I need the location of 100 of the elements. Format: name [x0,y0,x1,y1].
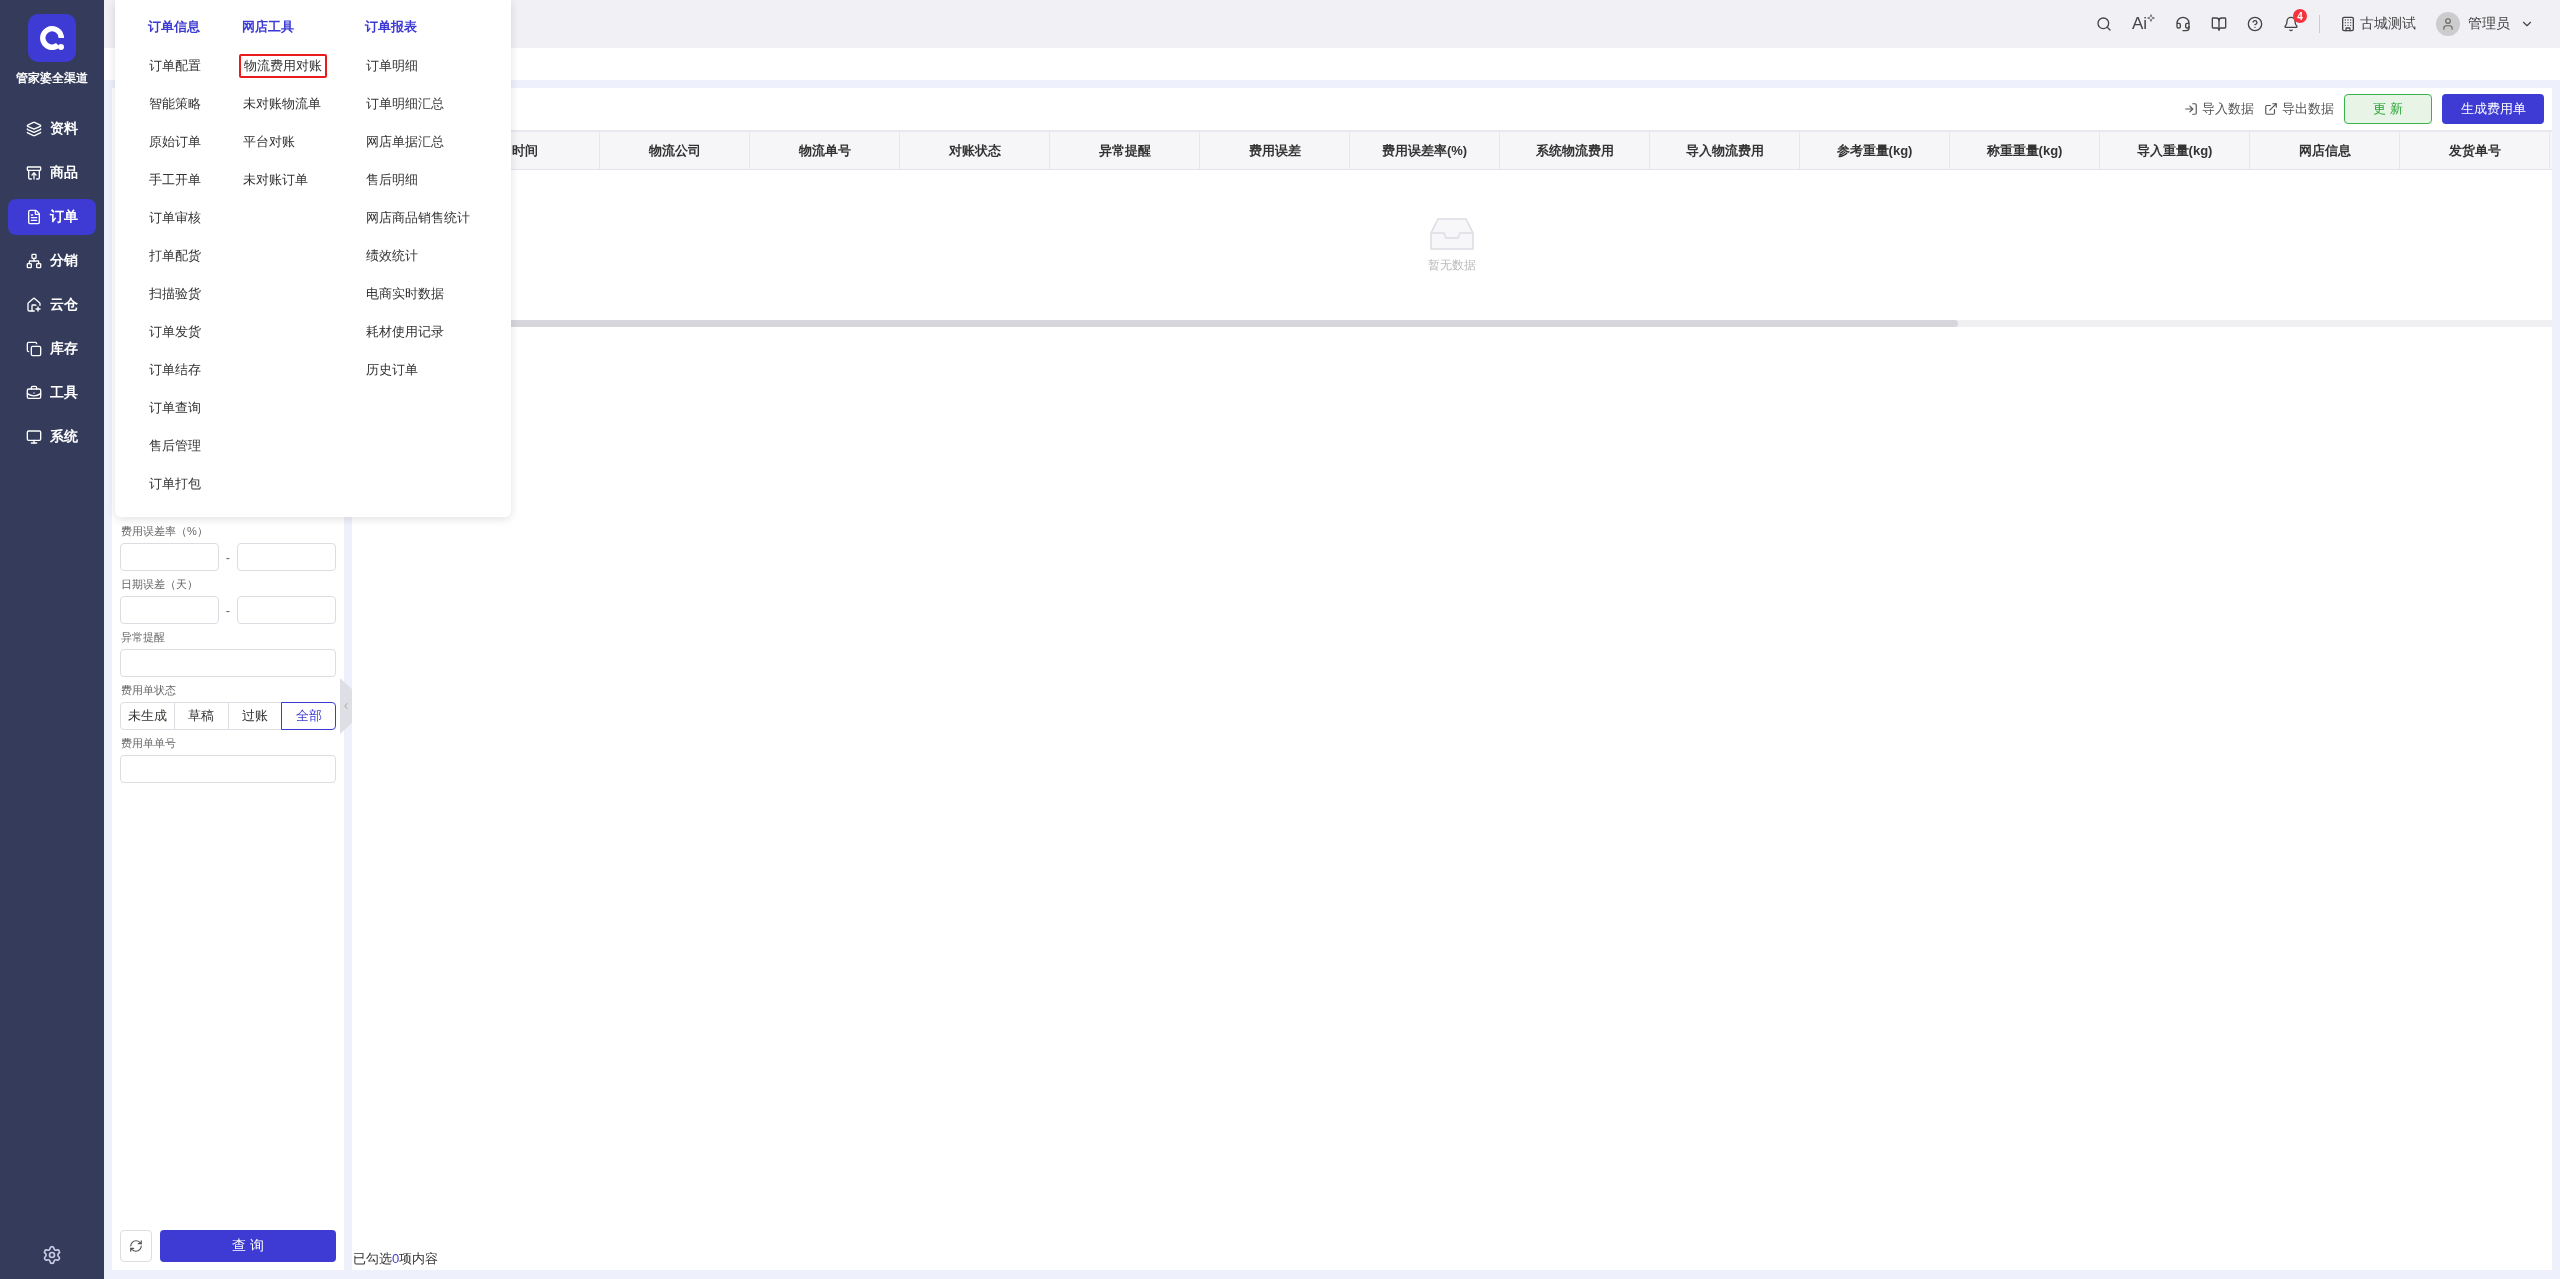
monitor-icon [26,429,42,445]
menu-item[interactable]: 订单明细 [362,54,423,78]
refresh-icon [129,1239,143,1253]
menu-item[interactable]: 未对账物流单 [239,92,326,116]
network-icon [26,253,42,269]
menu-heading: 订单报表 [364,18,419,36]
column-header: 费用误差率(%) [1350,132,1500,169]
briefcase-icon [26,385,42,401]
menu-item[interactable]: 打单配货 [145,244,205,268]
column-header: 异常提醒 [1050,132,1200,169]
store-selector[interactable]: 古城测试 [2340,15,2416,33]
menu-heading: 订单信息 [147,18,201,36]
search-icon[interactable] [2095,16,2112,32]
export-icon [2264,102,2278,116]
app-logo [28,14,76,62]
building-icon [2340,16,2356,32]
user-menu[interactable]: 管理员 [2468,15,2534,33]
import-link[interactable]: 导入数据 [2184,100,2254,118]
column-header: 物流公司 [600,132,750,169]
input-field[interactable] [237,543,336,571]
menu-item[interactable]: 物流费用对账 [239,54,328,78]
column-header: 费用误差 [1200,132,1350,169]
nav-item[interactable]: 商品 [8,155,96,191]
document-icon [26,209,42,225]
menu-item[interactable]: 未对账订单 [239,168,313,192]
field-label: 费用误差率（%） [121,524,209,539]
sparkle-icon [2147,14,2155,22]
menu-item[interactable]: 耗材使用记录 [362,320,449,344]
column-header: 导入重量(kg) [2100,132,2250,169]
menu-item[interactable]: 电商实时数据 [362,282,449,306]
menu-item[interactable]: 订单审核 [145,206,205,230]
import-icon [2184,102,2198,116]
generate-button[interactable]: 生成费用单 [2442,94,2544,124]
nav-item[interactable]: 资料 [8,111,96,147]
input-field[interactable] [237,596,336,624]
copy-icon [26,341,42,357]
field-label: 费用单状态 [121,683,177,698]
range-separator: - [224,602,232,618]
menu-item[interactable]: 订单查询 [145,396,205,420]
nav-item[interactable]: 工具 [8,375,96,411]
menu-item[interactable]: 订单打包 [145,472,205,496]
ai-button[interactable]: Ai [2131,14,2155,34]
reset-button[interactable] [120,1230,152,1262]
export-link[interactable]: 导出数据 [2264,100,2334,118]
book-icon[interactable] [2211,16,2227,32]
nav-item[interactable]: 库存 [8,331,96,367]
column-header: 参考重量(kg) [1800,132,1950,169]
avatar-icon[interactable] [2436,12,2460,36]
status-option[interactable]: 草稿 [173,702,229,730]
column-header: 网店信息 [2250,132,2400,169]
app-name: 管家婆全渠道 [16,70,88,87]
bell-icon[interactable] [2283,16,2299,32]
house-icon [26,297,42,313]
menu-heading: 网店工具 [241,18,296,36]
status-option[interactable]: 全部 [281,702,336,730]
query-button[interactable]: 查 询 [160,1230,336,1262]
empty-inbox-icon [1430,216,1474,251]
menu-item[interactable]: 智能策略 [145,92,205,116]
field-label: 异常提醒 [121,630,166,645]
input-field[interactable] [120,596,219,624]
help-icon[interactable] [2247,16,2263,32]
menu-item[interactable]: 售后管理 [145,434,205,458]
menu-item[interactable]: 订单结存 [145,358,205,382]
column-header: 系统物流费用 [1500,132,1650,169]
field-label: 日期误差（天） [121,577,199,592]
menu-item[interactable]: 订单配置 [145,54,205,78]
range-separator: - [224,549,232,565]
nav-item[interactable]: 分销 [8,243,96,279]
status-option[interactable]: 过账 [227,702,283,730]
column-header: 发货单号 [2400,132,2550,169]
menu-item[interactable]: 售后明细 [362,168,423,192]
menu-item[interactable]: 平台对账 [239,130,300,154]
empty-message: 暂无数据 [1428,256,1476,274]
column-header: 导入物流费用 [1650,132,1800,169]
status-option[interactable]: 未生成 [120,702,175,730]
menu-item[interactable]: 网店单据汇总 [362,130,449,154]
column-header: 称重重量(kg) [1950,132,2100,169]
selection-count: 已勾选0项内容 [352,1250,440,1268]
menu-item[interactable]: 订单发货 [145,320,205,344]
menu-item[interactable]: 网店商品销售统计 [362,206,475,230]
layers-icon [26,121,42,137]
field-label: 费用单单号 [121,736,177,751]
menu-item[interactable]: 历史订单 [362,358,423,382]
nav-item[interactable]: 订单 [8,199,96,235]
input-field[interactable] [120,543,219,571]
menu-item[interactable]: 订单明细汇总 [362,92,449,116]
column-header: 物流单号 [750,132,900,169]
menu-item[interactable]: 原始订单 [145,130,205,154]
menu-item[interactable]: 扫描验货 [145,282,205,306]
column-header: 对账状态 [900,132,1050,169]
menu-item[interactable]: 绩效统计 [362,244,423,268]
input-field[interactable] [120,649,336,677]
menu-item[interactable]: 手工开单 [145,168,205,192]
box-icon [26,165,42,181]
headset-icon[interactable] [2175,16,2191,32]
notification-badge: 4 [2293,9,2307,23]
input-field[interactable] [120,755,336,783]
nav-item[interactable]: 系统 [8,419,96,455]
settings-icon[interactable] [42,1245,62,1265]
nav-item[interactable]: 云仓 [8,287,96,323]
